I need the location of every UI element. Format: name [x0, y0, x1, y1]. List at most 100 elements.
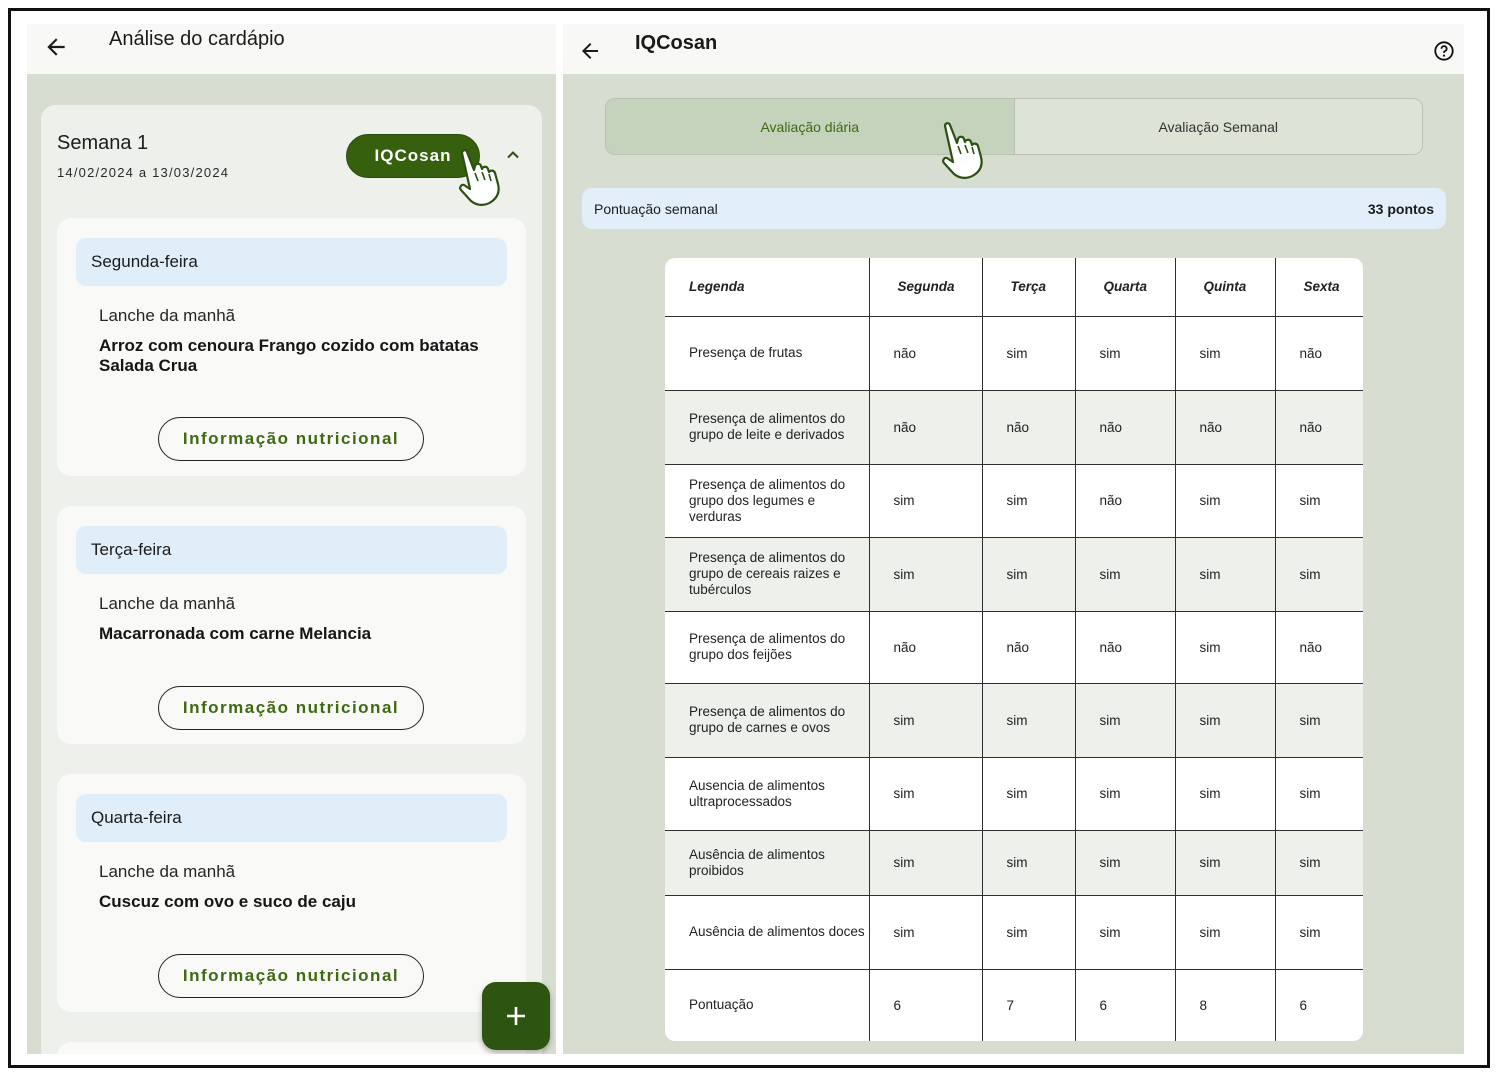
table-cell: não [868, 610, 983, 684]
table-cell: sim [868, 536, 983, 612]
day-header: Quarta-feira [76, 794, 507, 842]
table-cell: 6 [1074, 968, 1176, 1041]
column-header: Segunda [868, 258, 983, 317]
weekly-score-bar: Pontuação semanal 33 pontos [582, 188, 1446, 229]
table-row-total: Pontuação 6 7 6 8 6 [665, 968, 1363, 1041]
evaluation-table: Legenda Segunda Terça Quarta Quinta Sext… [665, 258, 1363, 1041]
table-row: Presença de alimentos do grupo de carnes… [665, 682, 1363, 758]
weekly-score-label: Pontuação semanal [594, 200, 718, 217]
table-cell: sim [868, 463, 983, 538]
meal-description: Macarronada com carne Melancia [99, 624, 372, 643]
screenshot-frame: Análise do cardápio Semana 1 14/02/2024 … [8, 8, 1490, 1068]
table-row: Ausência de alimentos doces sim sim sim … [665, 894, 1363, 970]
table-row: Presença de alimentos do grupo dos feijõ… [665, 610, 1363, 684]
row-legend: Ausência de alimentos proibidos [665, 829, 870, 896]
page-title: Análise do cardápio [109, 28, 285, 50]
table-row: Presença de alimentos do grupo de leite … [665, 389, 1363, 465]
day-card-quarta: Quarta-feira Lanche da manhã Cuscuz com … [57, 774, 526, 1012]
help-circle-icon[interactable] [1431, 38, 1457, 64]
nutrition-info-button[interactable]: Informação nutricional [158, 686, 424, 730]
table-cell: não [1274, 389, 1363, 465]
meal-label: Lanche da manhã [99, 594, 236, 613]
table-cell: 8 [1174, 968, 1276, 1041]
table-cell: sim [981, 536, 1076, 612]
table-cell: sim [1174, 315, 1276, 391]
table-cell: sim [981, 756, 1076, 831]
row-legend: Presença de alimentos do grupo de leite … [665, 389, 870, 465]
table-cell: sim [868, 829, 983, 896]
table-cell: não [868, 389, 983, 465]
meal-description: Cuscuz com ovo e suco de caju [99, 892, 356, 911]
column-header: Sexta [1274, 258, 1363, 317]
table-cell: não [1274, 315, 1363, 391]
table-cell: sim [1274, 536, 1363, 612]
table-cell: sim [1074, 536, 1176, 612]
table-cell: sim [981, 682, 1076, 758]
week-title: Semana 1 [57, 132, 149, 154]
row-legend: Presença de alimentos do grupo dos legum… [665, 463, 870, 538]
column-header: Legenda [665, 258, 870, 317]
table-cell: sim [981, 894, 1076, 970]
table-cell: sim [868, 756, 983, 831]
app-bar: Análise do cardápio [27, 24, 556, 74]
back-arrow-icon[interactable] [573, 34, 607, 68]
table-cell: não [981, 610, 1076, 684]
page-title: IQCosan [635, 32, 718, 54]
app-bar: IQCosan [563, 24, 1464, 74]
table-cell: 6 [1274, 968, 1363, 1041]
table-cell: sim [1274, 829, 1363, 896]
table-cell: sim [1074, 894, 1176, 970]
table-cell: sim [1274, 463, 1363, 538]
row-legend: Pontuação [665, 968, 870, 1041]
plus-icon [504, 1004, 528, 1028]
pointer-hand-icon [452, 147, 510, 207]
iqcosan-screen: IQCosan Avaliação diária Avaliação Seman… [563, 24, 1464, 1054]
table-row: Presença de alimentos do grupo dos legum… [665, 463, 1363, 538]
row-legend: Presença de alimentos do grupo de carnes… [665, 682, 870, 758]
table-cell: sim [1074, 829, 1176, 896]
table-row: Presença de frutas não sim sim sim não [665, 315, 1363, 391]
table-cell: sim [1174, 463, 1276, 538]
weekly-score-value: 33 pontos [1367, 200, 1434, 217]
table-cell: sim [1074, 756, 1176, 831]
day-card-terca: Terça-feira Lanche da manhã Macarronada … [57, 506, 526, 744]
table-cell: sim [1274, 756, 1363, 831]
table-cell: não [1174, 389, 1276, 465]
table-row: Ausência de alimentos proibidos sim sim … [665, 829, 1363, 896]
row-legend: Ausencia de alimentos ultraprocessados [665, 756, 870, 831]
back-arrow-icon[interactable] [39, 30, 73, 64]
menu-analysis-screen: Análise do cardápio Semana 1 14/02/2024 … [27, 24, 556, 1054]
day-header: Terça-feira [76, 526, 507, 574]
add-button[interactable] [482, 982, 550, 1050]
tab-weekly[interactable]: Avaliação Semanal [1013, 99, 1422, 154]
table-cell: sim [1174, 756, 1276, 831]
table-cell: sim [981, 829, 1076, 896]
day-card-next [57, 1042, 526, 1054]
day-card-segunda: Segunda-feira Lanche da manhã Arroz com … [57, 218, 526, 476]
table-cell: sim [868, 894, 983, 970]
table-cell: sim [1074, 315, 1176, 391]
table-cell: sim [981, 463, 1076, 538]
meal-label: Lanche da manhã [99, 306, 236, 325]
table-cell: 6 [868, 968, 983, 1041]
table-cell: não [1074, 610, 1176, 684]
table-cell: não [1274, 610, 1363, 684]
nutrition-info-button[interactable]: Informação nutricional [158, 417, 424, 461]
row-legend: Presença de frutas [665, 315, 870, 391]
column-header: Quarta [1074, 258, 1176, 317]
table-cell: sim [868, 682, 983, 758]
table-cell: não [868, 315, 983, 391]
table-cell: sim [1174, 682, 1276, 758]
meal-description: Arroz com cenoura Frango cozido com bata… [99, 336, 479, 375]
nutrition-info-button[interactable]: Informação nutricional [158, 954, 424, 998]
day-header: Segunda-feira [76, 238, 507, 286]
table-row: Ausencia de alimentos ultraprocessados s… [665, 756, 1363, 831]
week-dates: 14/02/2024 a 13/03/2024 [57, 165, 230, 180]
table-cell: não [1074, 463, 1176, 538]
table-cell: sim [1274, 682, 1363, 758]
table-cell: sim [1174, 894, 1276, 970]
row-legend: Presença de alimentos do grupo de cereai… [665, 536, 870, 612]
table-cell: sim [1074, 682, 1176, 758]
meal-label: Lanche da manhã [99, 862, 236, 881]
table-cell: 7 [981, 968, 1076, 1041]
